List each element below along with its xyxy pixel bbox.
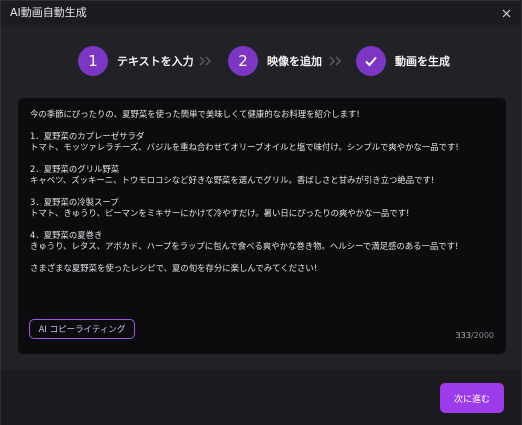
dialog-window: AI動画自動生成 1 テキストを入力 2 映像を追加 動画を生成 今の季節にぴっ… xyxy=(0,0,522,425)
editor-content[interactable]: 今の季節にぴったりの、夏野菜を使った簡単で美味しくて健康的なお料理を紹介します!… xyxy=(30,109,498,274)
next-button[interactable]: 次に進む xyxy=(440,383,504,413)
step-3-label: 動画を生成 xyxy=(395,55,450,68)
character-limit: /2000 xyxy=(470,331,494,340)
ai-copywriting-button[interactable]: AI コピーライティング xyxy=(29,319,135,339)
character-counter: 333/2000 xyxy=(456,331,494,340)
close-button[interactable] xyxy=(497,4,515,22)
step-indicator: 1 テキストを入力 2 映像を追加 動画を生成 xyxy=(1,43,521,79)
footer-bar: 次に進む xyxy=(1,370,521,425)
step-1-label: テキストを入力 xyxy=(117,55,194,68)
window-title: AI動画自動生成 xyxy=(10,6,87,19)
step-1: 1 テキストを入力 xyxy=(78,46,194,76)
title-bar: AI動画自動生成 xyxy=(1,1,521,25)
step-2-label: 映像を追加 xyxy=(267,55,322,68)
text-editor[interactable]: 今の季節にぴったりの、夏野菜を使った簡単で美味しくて健康的なお料理を紹介します!… xyxy=(18,98,506,354)
step-2: 2 映像を追加 xyxy=(228,46,322,76)
step-2-number: 2 xyxy=(228,46,258,76)
step-3: 動画を生成 xyxy=(356,46,450,76)
check-icon xyxy=(365,56,377,67)
step-3-circle xyxy=(356,46,386,76)
double-chevron-right-icon xyxy=(329,56,342,66)
close-icon xyxy=(502,9,510,17)
step-1-number: 1 xyxy=(78,46,108,76)
double-chevron-right-icon xyxy=(199,56,212,66)
character-count: 333 xyxy=(455,331,471,340)
